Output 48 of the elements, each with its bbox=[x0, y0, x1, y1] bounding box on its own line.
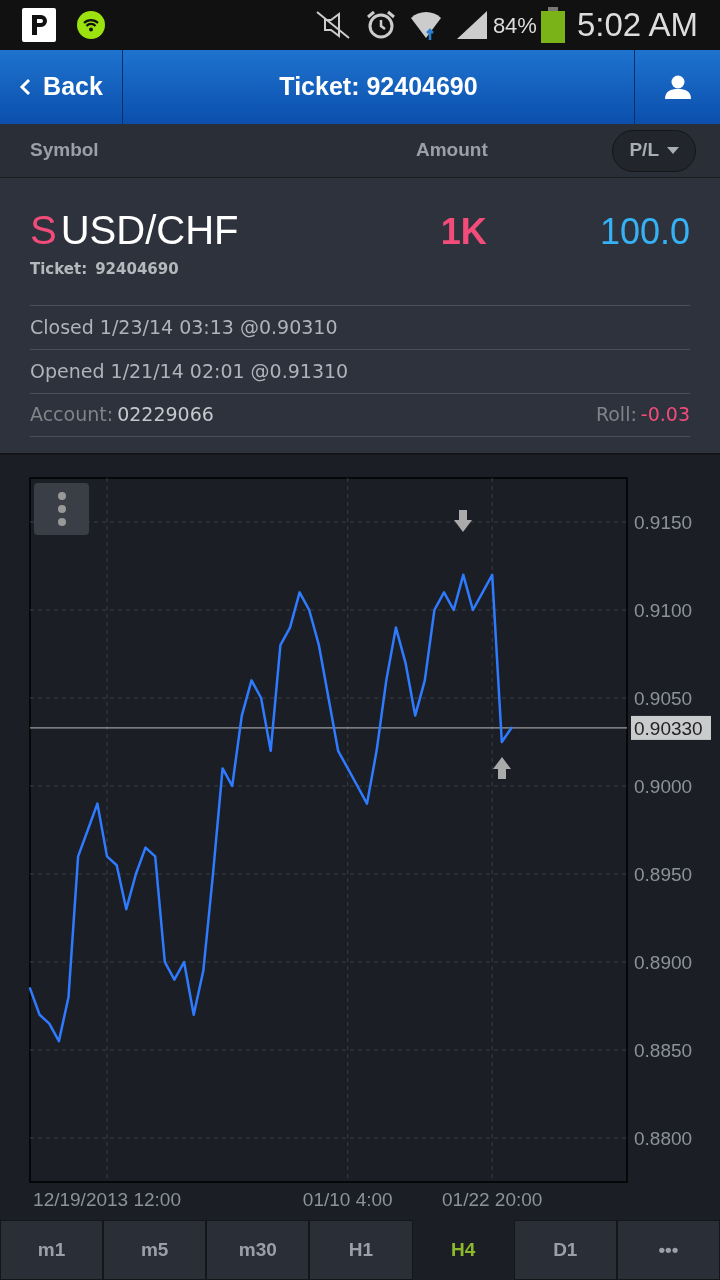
x-axis-label: 12/19/2013 12:00 bbox=[33, 1189, 181, 1210]
y-axis-label: 0.9150 bbox=[634, 512, 693, 533]
y-axis-label: 0.9100 bbox=[634, 600, 693, 621]
profit-loss: 100.0 bbox=[599, 210, 690, 254]
timeframe-tab[interactable]: m30 bbox=[206, 1220, 310, 1280]
chart-menu-button[interactable] bbox=[34, 483, 89, 535]
sort-dropdown[interactable]: P/L bbox=[612, 129, 696, 172]
x-axis-label: 01/10 4:00 bbox=[302, 1189, 393, 1210]
timeframe-tab[interactable]: D1 bbox=[513, 1220, 617, 1280]
person-icon bbox=[664, 75, 691, 99]
caret-down-icon bbox=[667, 147, 679, 154]
amount: 1K bbox=[440, 210, 487, 254]
account-number: 02229066 bbox=[117, 402, 214, 428]
screen-title: Ticket: 92404690 bbox=[279, 71, 478, 103]
more-vertical-icon bbox=[57, 492, 66, 526]
wifi-app-icon bbox=[76, 10, 106, 40]
y-axis-label: 0.9000 bbox=[634, 776, 693, 797]
opened-info: Opened 1/21/14 02:01 @0.91310 bbox=[30, 358, 349, 384]
roll-value: -0.03 bbox=[640, 402, 690, 428]
clock: 5:02 AM bbox=[576, 5, 698, 46]
y-axis-label: 0.9050 bbox=[634, 688, 693, 709]
y-axis-label: 0.8900 bbox=[634, 952, 693, 973]
column-heading: Amount bbox=[416, 138, 488, 163]
timeframe-tab[interactable]: ••• bbox=[616, 1220, 720, 1280]
symbol: USD/CHF bbox=[60, 207, 240, 254]
chevron-left-icon bbox=[19, 78, 32, 96]
buy-arrow-icon bbox=[493, 757, 511, 779]
battery-percent: 84% bbox=[492, 11, 537, 40]
timeframe-tab[interactable]: H1 bbox=[309, 1220, 413, 1280]
y-axis-label: 0.8850 bbox=[634, 1040, 693, 1061]
battery-icon bbox=[540, 7, 565, 43]
account-label: Account: bbox=[30, 402, 114, 428]
current-price-label: 0.90330 bbox=[631, 715, 711, 740]
sell-arrow-icon bbox=[454, 510, 472, 532]
ref-line-label: 0.90330 bbox=[634, 717, 703, 739]
column-heading: Symbol bbox=[30, 138, 100, 163]
timeframe-tab[interactable]: m5 bbox=[103, 1220, 207, 1280]
roll-label: Roll: bbox=[595, 402, 637, 428]
y-axis-label: 0.8800 bbox=[634, 1128, 693, 1149]
parking-app-icon bbox=[22, 8, 56, 42]
ticket-number: 92404690 bbox=[95, 259, 179, 280]
y-axis-label: 0.8950 bbox=[634, 864, 693, 885]
side-label: S bbox=[30, 207, 57, 254]
closed-info: Closed 1/23/14 03:13 @0.90310 bbox=[30, 314, 338, 340]
timeframe-tab[interactable]: m1 bbox=[0, 1220, 104, 1280]
x-axis-label: 01/22 20:00 bbox=[442, 1189, 543, 1210]
alarm-icon bbox=[364, 9, 397, 41]
ticket-label: Ticket: bbox=[30, 259, 88, 280]
